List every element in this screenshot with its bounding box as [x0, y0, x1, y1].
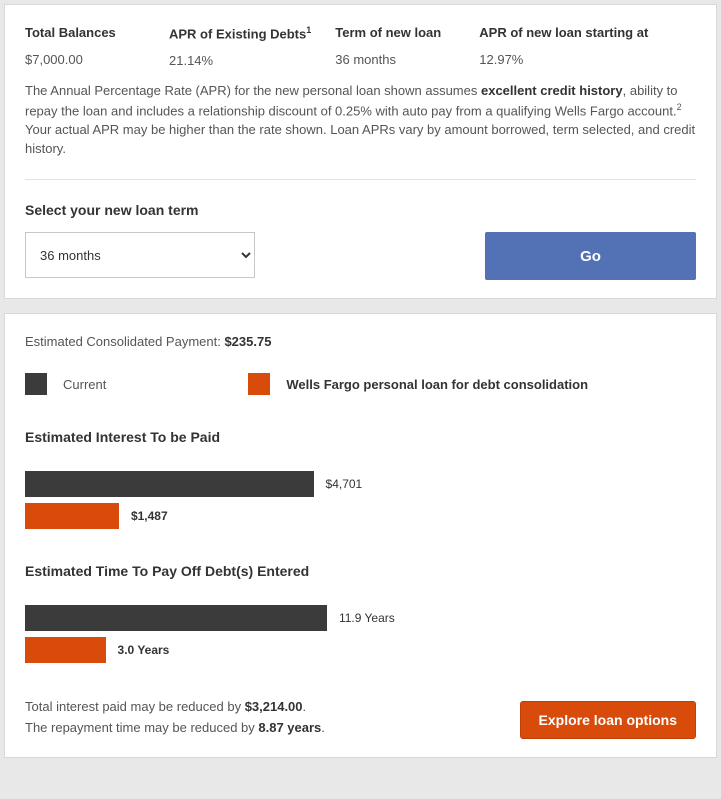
swatch-current	[25, 373, 47, 395]
summary-val: 36 months	[335, 52, 455, 67]
term-row: 36 months Go	[25, 232, 696, 280]
explore-loan-options-button[interactable]: Explore loan options	[520, 701, 696, 739]
divider	[25, 179, 696, 180]
summary-hdr: Term of new loan	[335, 25, 455, 40]
chart-interest: Estimated Interest To be Paid $4,701 $1,…	[25, 429, 696, 529]
summary-col-term: Term of new loan 36 months	[335, 25, 455, 68]
bar-row-current: 11.9 Years	[25, 605, 696, 631]
bar-label: $4,701	[326, 477, 363, 491]
bar-row-wf: 3.0 Years	[25, 637, 696, 663]
summary-val: 12.97%	[479, 52, 696, 67]
chart-legend: Current Wells Fargo personal loan for de…	[25, 373, 696, 395]
apr-disclaimer: The Annual Percentage Rate (APR) for the…	[25, 82, 696, 159]
summary-val: 21.14%	[169, 53, 311, 68]
bar-row-wf: $1,487	[25, 503, 696, 529]
loan-term-select[interactable]: 36 months	[25, 232, 255, 278]
summary-row: Total Balances $7,000.00 APR of Existing…	[25, 25, 696, 68]
chart-time: Estimated Time To Pay Off Debt(s) Entere…	[25, 563, 696, 663]
bar-label: $1,487	[131, 509, 168, 523]
bar-row-current: $4,701	[25, 471, 696, 497]
chart-title: Estimated Interest To be Paid	[25, 429, 696, 445]
savings-summary: Total interest paid may be reduced by $3…	[25, 697, 325, 739]
results-card: Estimated Consolidated Payment: $235.75 …	[4, 313, 717, 758]
loan-summary-card: Total Balances $7,000.00 APR of Existing…	[4, 4, 717, 299]
summary-col-total: Total Balances $7,000.00	[25, 25, 145, 68]
summary-col-apr-new: APR of new loan starting at 12.97%	[479, 25, 696, 68]
legend-wf-label: Wells Fargo personal loan for debt conso…	[286, 377, 588, 392]
bar-label: 3.0 Years	[118, 643, 170, 657]
bar-wf	[25, 503, 119, 529]
bar-current	[25, 605, 327, 631]
bar-label: 11.9 Years	[339, 611, 395, 625]
swatch-wf	[248, 373, 270, 395]
bar-current	[25, 471, 314, 497]
summary-hdr: APR of new loan starting at	[479, 25, 696, 40]
summary-col-apr-existing: APR of Existing Debts1 21.14%	[169, 25, 311, 68]
summary-hdr: Total Balances	[25, 25, 145, 40]
results-footer: Total interest paid may be reduced by $3…	[25, 697, 696, 739]
bar-wf	[25, 637, 106, 663]
summary-val: $7,000.00	[25, 52, 145, 67]
term-label: Select your new loan term	[25, 202, 696, 218]
chart-title: Estimated Time To Pay Off Debt(s) Entere…	[25, 563, 696, 579]
go-button[interactable]: Go	[485, 232, 696, 280]
legend-current-label: Current	[63, 377, 106, 392]
summary-hdr: APR of Existing Debts1	[169, 25, 311, 41]
estimated-payment: Estimated Consolidated Payment: $235.75	[25, 334, 696, 349]
